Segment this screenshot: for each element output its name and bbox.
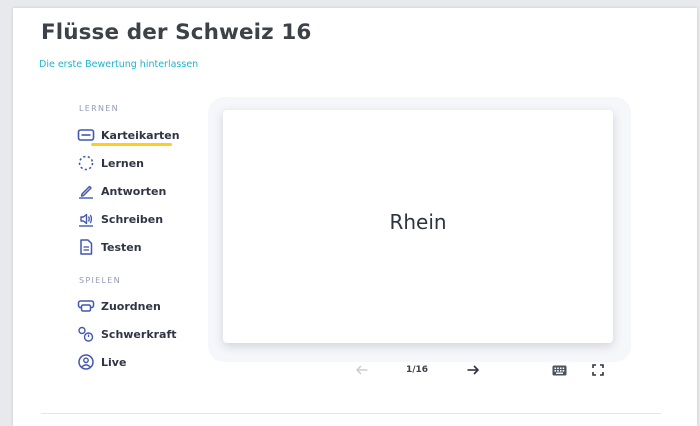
next-card-button[interactable]	[463, 362, 483, 378]
leave-rating-link[interactable]: Die erste Bewertung hinterlassen	[39, 59, 198, 70]
nav-item-label: Zuordnen	[101, 299, 161, 313]
learn-cycle-icon	[77, 153, 97, 173]
gravity-icon	[77, 324, 97, 344]
keyboard-shortcuts-button[interactable]	[550, 362, 568, 378]
active-tab-underline	[91, 143, 172, 146]
fullscreen-button[interactable]	[589, 362, 607, 378]
section-divider	[41, 413, 661, 414]
fullscreen-icon	[592, 361, 604, 380]
live-icon	[77, 352, 97, 372]
arrow-right-icon	[466, 361, 480, 380]
section-label-learn: LERNEN	[79, 104, 119, 113]
write-pencil-icon	[77, 181, 97, 201]
nav-item-answer[interactable]: Antworten	[77, 180, 197, 202]
nav-item-test[interactable]: Testen	[77, 236, 197, 258]
nav-item-label: Antworten	[101, 184, 167, 198]
nav-item-label: Testen	[101, 240, 142, 254]
section-label-play: SPIELEN	[79, 276, 121, 285]
nav-item-live[interactable]: Live	[77, 351, 197, 373]
speaker-icon	[77, 209, 97, 229]
keyboard-icon	[552, 361, 567, 380]
test-document-icon	[77, 237, 97, 257]
match-icon	[77, 296, 97, 316]
prev-card-button[interactable]	[352, 362, 372, 378]
set-page: Flüsse der Schweiz 16 Die erste Bewertun…	[13, 8, 697, 426]
arrow-left-icon	[355, 361, 369, 380]
flashcard-term: Rhein	[389, 210, 447, 234]
nav-item-label: Live	[101, 355, 127, 369]
nav-item-learn[interactable]: Lernen	[77, 152, 197, 174]
flashcard[interactable]: Rhein	[223, 110, 613, 343]
nav-item-gravity[interactable]: Schwerkraft	[77, 323, 197, 345]
page-title: Flüsse der Schweiz 16	[41, 20, 312, 45]
nav-item-label: Schwerkraft	[101, 327, 177, 341]
flashcards-icon	[77, 125, 97, 145]
nav-item-write[interactable]: Schreiben	[77, 208, 197, 230]
nav-item-label: Karteikarten	[101, 128, 180, 142]
card-counter: 1/16	[405, 365, 429, 375]
nav-item-label: Lernen	[101, 156, 145, 170]
nav-item-match[interactable]: Zuordnen	[77, 295, 197, 317]
nav-item-label: Schreiben	[101, 212, 164, 226]
